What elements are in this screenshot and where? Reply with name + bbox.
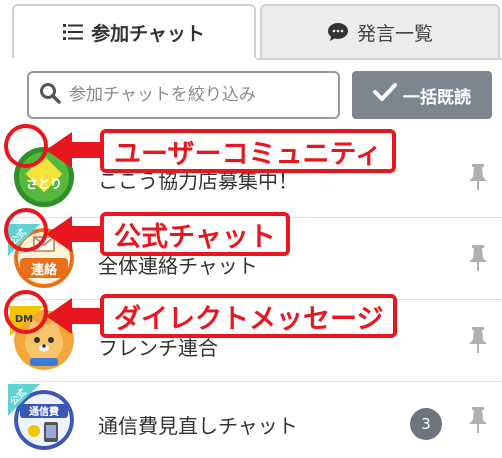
annotation-arrow <box>46 216 102 252</box>
avatar-label: さとり <box>26 177 62 191</box>
annotation-arrow <box>46 298 102 334</box>
tab-label: 発言一覧 <box>356 22 433 45</box>
search-icon <box>39 82 61 108</box>
callout-official-chat: 公式チャット <box>100 212 290 256</box>
pin-icon[interactable] <box>468 244 488 272</box>
tab-joined-chats[interactable]: 参加チャット <box>12 4 256 58</box>
tab-messages[interactable]: 発言一覧 <box>260 4 500 58</box>
speech-bubble-icon <box>327 22 349 42</box>
callout-direct-message: ダイレクトメッセージ <box>100 294 398 338</box>
list-icon <box>63 23 84 41</box>
button-label: 一括既読 <box>403 87 471 108</box>
tab-divider <box>256 58 502 60</box>
unread-count-badge: 3 <box>410 408 442 440</box>
checkmark-icon <box>373 82 397 108</box>
chat-title: 通信費見直しチャット <box>98 414 298 438</box>
pin-icon[interactable] <box>468 406 488 434</box>
pin-icon[interactable] <box>468 326 488 354</box>
tab-label: 参加チャット <box>91 22 205 45</box>
annotation-arrow <box>46 132 102 168</box>
mark-all-read-button[interactable]: 一括既読 <box>352 71 492 119</box>
pin-icon[interactable] <box>468 163 488 191</box>
chat-list-item[interactable]: 通信費 公式 通信費見直しチャット 3 <box>0 382 502 458</box>
chat-filter-field[interactable] <box>27 71 340 119</box>
search-input[interactable] <box>69 85 329 105</box>
official-tag: 公式 <box>7 384 40 420</box>
avatar-label: 連絡 <box>31 262 58 278</box>
callout-user-community: ユーザーコミュニティ <box>100 129 396 173</box>
